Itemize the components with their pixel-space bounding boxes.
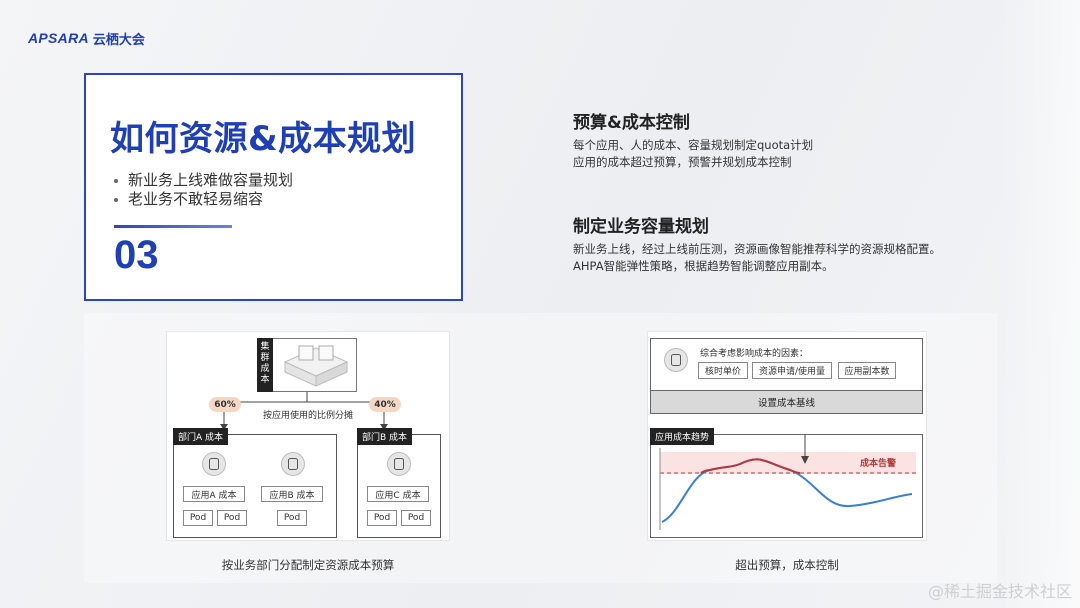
watermark: @稀土掘金技术社区 (927, 582, 1072, 601)
alert-label: 成本告警 (860, 459, 897, 469)
section-number: 03 (114, 233, 159, 277)
section-heading: 制定业务容量规划 (573, 217, 709, 237)
database-icon (664, 348, 688, 372)
factors-title: 综合考虑影响成本的因素： (700, 349, 809, 359)
section-line: 每个应用、人的成本、容量规划制定quota计划 (573, 138, 814, 152)
baseline-bar: 设置成本基线 (650, 390, 923, 414)
brand-logo: APSARA 云栖大会 (28, 28, 145, 48)
bullet-dot-icon (114, 178, 118, 183)
section-line: 应用的成本超过预算，预警并规划成本控制 (573, 155, 792, 169)
pod-chip: Pod (367, 510, 397, 526)
pod-chip: Pod (277, 510, 307, 526)
cost-control-diagram: 综合考虑影响成本的因素： 核时单价 资源申请/使用量 应用副本数 设置成本基线 … (647, 331, 927, 541)
edge-fade (1000, 0, 1080, 608)
problem-list: 新业务上线难做容量规划 老业务不敢轻易缩容 (114, 171, 293, 209)
database-icon (387, 452, 411, 476)
slide-title: 如何资源&成本规划 (110, 119, 417, 159)
section-line: AHPA智能弹性策略，根据趋势智能调整应用副本。 (573, 259, 834, 273)
bullet-item: 老业务不敢轻易缩容 (114, 190, 293, 209)
factor-chip: 资源申请/使用量 (752, 362, 832, 379)
pod-chip: Pod (401, 510, 431, 526)
app-b-cost: 应用B 成本 (261, 486, 323, 502)
bullet-dot-icon (114, 197, 118, 202)
budget-allocation-diagram: 集群成本 60% 40% 按应用使用的比例分摊 部门A 成本 应用A 成本 应用… (166, 331, 450, 541)
factor-chip: 核时单价 (698, 362, 748, 379)
dept-a-label: 部门A 成本 (173, 428, 229, 445)
right-diagram-caption: 超出预算，成本控制 (735, 558, 839, 572)
title-card: 如何资源&成本规划 新业务上线难做容量规划 老业务不敢轻易缩容 03 (84, 73, 463, 301)
app-a-cost: 应用A 成本 (183, 486, 245, 502)
pod-chip: Pod (217, 510, 247, 526)
factor-chip: 应用副本数 (838, 362, 896, 379)
section-budget: 预算&成本控制 每个应用、人的成本、容量规划制定quota计划 应用的成本超过预… (573, 108, 813, 171)
database-icon (281, 452, 305, 476)
section-capacity: 制定业务容量规划 新业务上线，经过上线前压测，资源画像智能推荐科学的资源规格配置… (573, 212, 941, 275)
database-icon (202, 452, 226, 476)
split-rule-label: 按应用使用的比例分摊 (263, 411, 354, 421)
cost-trend-chart (659, 434, 916, 530)
title-divider (114, 225, 232, 228)
section-heading: 预算&成本控制 (573, 113, 690, 133)
brand-name: 云栖大会 (92, 32, 145, 48)
app-c-cost: 应用C 成本 (367, 486, 429, 502)
dept-b-label: 部门B 成本 (357, 428, 413, 445)
pod-chip: Pod (183, 510, 213, 526)
percent-badge-a: 60% (209, 397, 241, 412)
section-line: 新业务上线，经过上线前压测，资源画像智能推荐科学的资源规格配置。 (573, 242, 941, 256)
brand-mark: APSARA (28, 30, 89, 46)
bullet-item: 新业务上线难做容量规划 (114, 171, 293, 190)
left-diagram-caption: 按业务部门分配制定资源成本预算 (221, 558, 395, 572)
percent-badge-b: 40% (369, 397, 401, 412)
